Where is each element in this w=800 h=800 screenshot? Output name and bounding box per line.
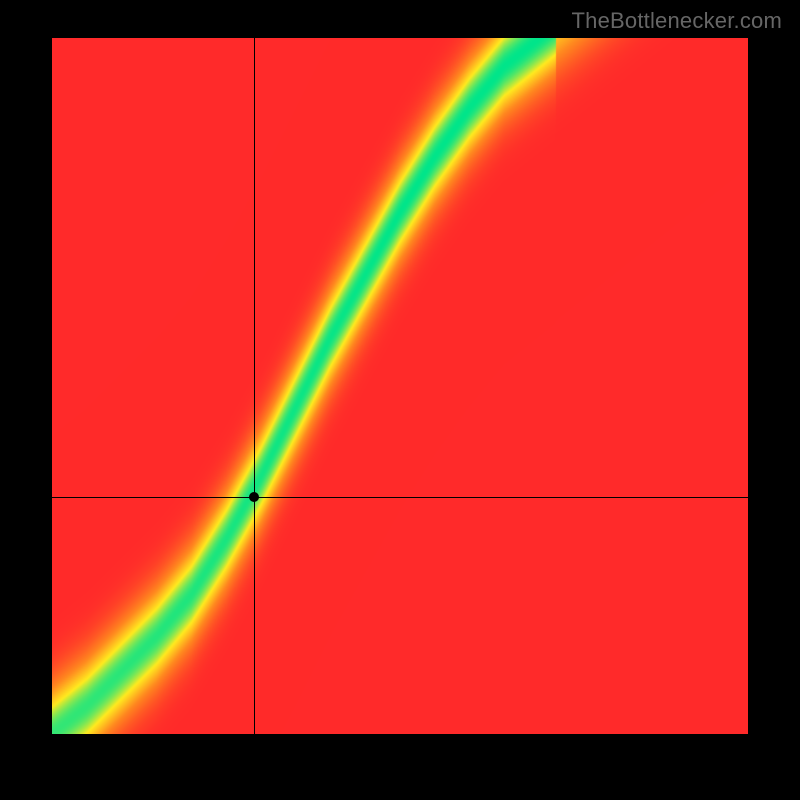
crosshair-horizontal <box>52 497 748 498</box>
heatmap-plot <box>52 38 748 734</box>
watermark-text: TheBottlenecker.com <box>572 8 782 34</box>
marker-dot <box>249 492 259 502</box>
heatmap-canvas <box>52 38 748 734</box>
chart-frame: TheBottlenecker.com <box>0 0 800 800</box>
crosshair-vertical <box>254 38 255 734</box>
